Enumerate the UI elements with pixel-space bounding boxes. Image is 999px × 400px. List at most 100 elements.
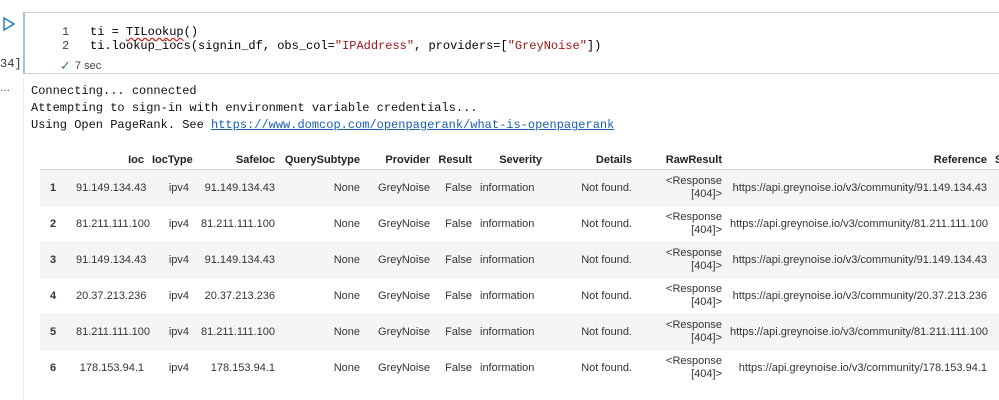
- table-cell-status: 404: [991, 350, 999, 386]
- table-cell-res: False: [445, 362, 472, 374]
- raw-result-line: [404]>: [691, 368, 722, 380]
- results-table: Ioc IocType SafeIoc QuerySubtype Provide…: [40, 150, 999, 386]
- table-cell-safe: 81.211.111.100: [193, 314, 279, 350]
- table-row: 5 81.211.111.100 ipv4 81.211.111.100 None Gre…: [40, 314, 999, 350]
- raw-result-line: [404]>: [691, 296, 722, 308]
- table-cell-ref[interactable]: https://api.greynoise.io/v3/community/81…: [726, 314, 991, 350]
- table-cell-ioc: 81.211.111.100: [76, 218, 151, 230]
- column-header: Result: [434, 150, 476, 170]
- table-cell-raw: <Response [404]>: [636, 278, 726, 314]
- table-cell-sub: None: [279, 169, 364, 206]
- table-cell-sub: None: [333, 362, 360, 374]
- table-cell-safe: 20.37.213.236: [204, 290, 275, 302]
- table-cell-prov: GreyNoise: [364, 314, 434, 350]
- table-cell-type: ipv4: [168, 290, 189, 302]
- column-header: Ioc: [72, 150, 148, 170]
- table-cell-ref[interactable]: https://api.greynoise.io/v3/community/91…: [726, 242, 991, 278]
- table-cell-safe: 91.149.134.43: [193, 242, 279, 278]
- column-header: IocType: [148, 150, 193, 170]
- table-cell-det: Not found.: [581, 218, 632, 230]
- table-cell-status: 404: [991, 314, 999, 350]
- table-cell-type: ipv4: [168, 362, 189, 374]
- table-cell-status: 404: [991, 169, 999, 206]
- table-cell-type: ipv4: [148, 242, 193, 278]
- check-icon: ✓: [60, 58, 71, 73]
- table-cell-ref[interactable]: https://api.greynoise.io/v3/community/91…: [726, 169, 991, 206]
- execution-count: 34]: [0, 57, 22, 71]
- table-row: 1 91.149.134.43 ipv4 91.149.134.43 None GreyN…: [40, 169, 999, 206]
- execution-status: ✓ 7 sec: [60, 58, 101, 74]
- execution-time: 7 sec: [74, 60, 102, 72]
- table-cell-status: 404: [991, 206, 999, 242]
- run-cell-icon[interactable]: [2, 16, 16, 32]
- table-cell-prov: GreyNoise: [378, 218, 430, 230]
- table-cell-ioc: 91.149.134.43: [72, 242, 148, 278]
- table-cell-res: False: [445, 218, 472, 230]
- table-cell-sub: None: [333, 290, 360, 302]
- table-cell-idx: 4: [50, 290, 57, 302]
- raw-result-line: <Response: [666, 175, 722, 187]
- table-cell-res: False: [434, 242, 476, 278]
- table-cell-sev: information: [476, 169, 546, 206]
- table-cell-raw: <Response [404]>: [636, 169, 726, 206]
- table-cell-res: False: [445, 290, 472, 302]
- table-cell-raw: <Response [404]>: [636, 206, 726, 242]
- table-cell-idx: 6: [50, 362, 57, 374]
- table-cell-raw: <Response [404]>: [636, 242, 726, 278]
- table-cell-idx: 2: [50, 218, 57, 230]
- table-cell-sev: information: [480, 362, 535, 374]
- output-line: Using Open PageRank. See https://www.dom…: [31, 118, 615, 132]
- table-cell-sev: information: [480, 218, 535, 230]
- table-cell-sub: None: [333, 218, 360, 230]
- table-cell-det: Not found.: [546, 314, 636, 350]
- table-cell-prov: GreyNoise: [378, 290, 430, 302]
- table-cell-det: Not found.: [581, 290, 632, 302]
- column-header: RawResult: [636, 150, 726, 170]
- table-cell-safe: 178.153.94.1: [210, 362, 275, 374]
- raw-result-line: <Response: [666, 283, 722, 295]
- table-cell-det: Not found.: [546, 242, 636, 278]
- column-header: Severity: [476, 150, 546, 170]
- column-header: Status: [991, 150, 999, 170]
- raw-result-line: [404]>: [691, 332, 722, 344]
- raw-result-line: <Response: [666, 247, 722, 259]
- raw-result-line: [404]>: [691, 188, 722, 200]
- cell-focus-bar: [23, 12, 25, 74]
- raw-result-line: [404]>: [691, 260, 722, 272]
- table-cell-safe: 91.149.134.43: [193, 169, 279, 206]
- table-row: 4 20.37.213.236 ipv4 20.37.213.236 None GreyN…: [40, 278, 999, 314]
- table-cell-prov: GreyNoise: [364, 169, 434, 206]
- table-cell-ref[interactable]: https://api.greynoise.io/v3/community/17…: [726, 350, 991, 386]
- table-cell-sub: None: [279, 242, 364, 278]
- output-line: Attempting to sign-in with environment v…: [31, 101, 478, 115]
- table-cell-sev: information: [476, 242, 546, 278]
- table-cell-type: ipv4: [168, 218, 189, 230]
- output-menu-ellipsis-icon[interactable]: ...: [0, 80, 10, 94]
- table-cell-sev: information: [476, 314, 546, 350]
- raw-result-line: <Response: [666, 355, 722, 367]
- table-row: 2 81.211.111.100 ipv4 81.211.111.100 None Gre…: [40, 206, 999, 242]
- column-header: SafeIoc: [193, 150, 279, 170]
- column-header: Provider: [364, 150, 434, 170]
- table-cell-raw: <Response [404]>: [636, 350, 726, 386]
- table-cell-idx: 5: [40, 314, 72, 350]
- output-divider: [23, 78, 24, 400]
- line-number: 1: [62, 25, 70, 39]
- table-header-row: Ioc IocType SafeIoc QuerySubtype Provide…: [40, 150, 999, 170]
- table-cell-det: Not found.: [546, 169, 636, 206]
- code-line-2[interactable]: ti.lookup_iocs(signin_df, obs_col="IPAdd…: [90, 39, 601, 53]
- code-line-1[interactable]: ti = TILookup(): [90, 25, 198, 39]
- column-header: Details: [546, 150, 636, 170]
- table-cell-ref[interactable]: https://api.greynoise.io/v3/community/81…: [726, 206, 991, 242]
- table-row: 3 91.149.134.43 ipv4 91.149.134.43 None GreyN…: [40, 242, 999, 278]
- table-cell-safe: 81.211.111.100: [200, 218, 275, 230]
- table-cell-ioc: 91.149.134.43: [72, 169, 148, 206]
- table-cell-idx: 1: [40, 169, 72, 206]
- column-header: [40, 150, 72, 170]
- output-line: Connecting... connected: [31, 84, 197, 98]
- table-cell-type: ipv4: [148, 169, 193, 206]
- table-cell-ref[interactable]: https://api.greynoise.io/v3/community/20…: [726, 278, 991, 314]
- table-cell-det: Not found.: [581, 362, 632, 374]
- table-cell-status: 404: [991, 278, 999, 314]
- pagerank-link[interactable]: https://www.domcop.com/openpagerank/what…: [211, 118, 614, 132]
